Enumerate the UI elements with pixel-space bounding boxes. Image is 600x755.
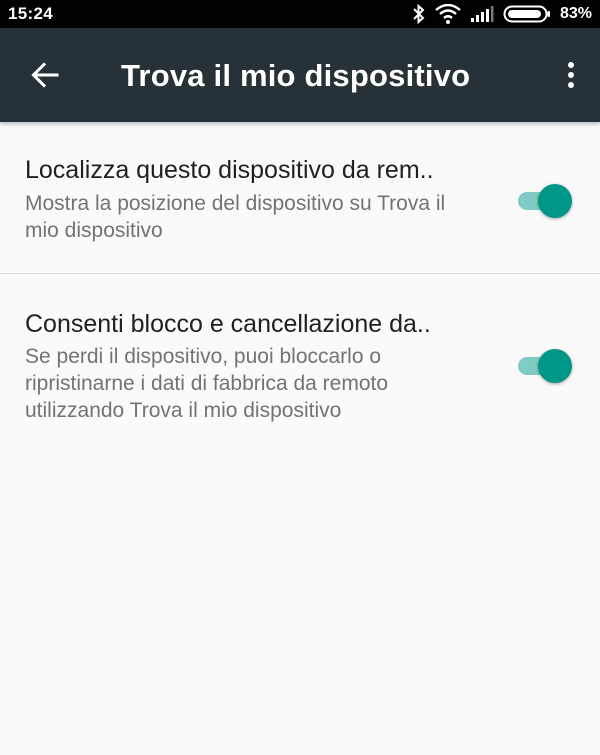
toggle-thumb bbox=[538, 184, 572, 218]
remote-lock-erase-toggle[interactable] bbox=[516, 345, 574, 385]
back-arrow-icon bbox=[31, 61, 59, 94]
status-time: 15:24 bbox=[8, 4, 53, 23]
status-icons: 83% bbox=[412, 0, 592, 28]
remote-locate-toggle[interactable] bbox=[516, 180, 574, 220]
setting-remote-locate[interactable]: Localizza questo dispositivo da rem.. Mo… bbox=[0, 122, 600, 274]
toggle-thumb bbox=[538, 349, 572, 383]
setting-title: Localizza questo dispositivo da rem.. bbox=[25, 156, 434, 184]
more-options-button[interactable] bbox=[556, 54, 586, 100]
setting-title: Consenti blocco e cancellazione da.. bbox=[25, 310, 431, 338]
status-bar: 15:24 83% bbox=[0, 0, 600, 28]
setting-remote-lock-erase[interactable]: Consenti blocco e cancellazione da.. Se … bbox=[0, 275, 600, 455]
setting-summary: Mostra la posizione del dispositivo su T… bbox=[25, 192, 446, 242]
bluetooth-icon bbox=[412, 4, 426, 24]
back-button[interactable] bbox=[22, 54, 68, 100]
page-title: Trova il mio dispositivo bbox=[121, 58, 471, 93]
more-vert-icon bbox=[567, 61, 575, 94]
setting-summary: Se perdi il dispositivo, puoi bloccarlo … bbox=[25, 345, 389, 422]
battery-icon bbox=[503, 4, 551, 24]
app-bar: Trova il mio dispositivo bbox=[0, 28, 600, 122]
battery-percent: 83% bbox=[559, 5, 592, 22]
signal-icon bbox=[470, 5, 494, 23]
wifi-icon bbox=[435, 4, 461, 24]
